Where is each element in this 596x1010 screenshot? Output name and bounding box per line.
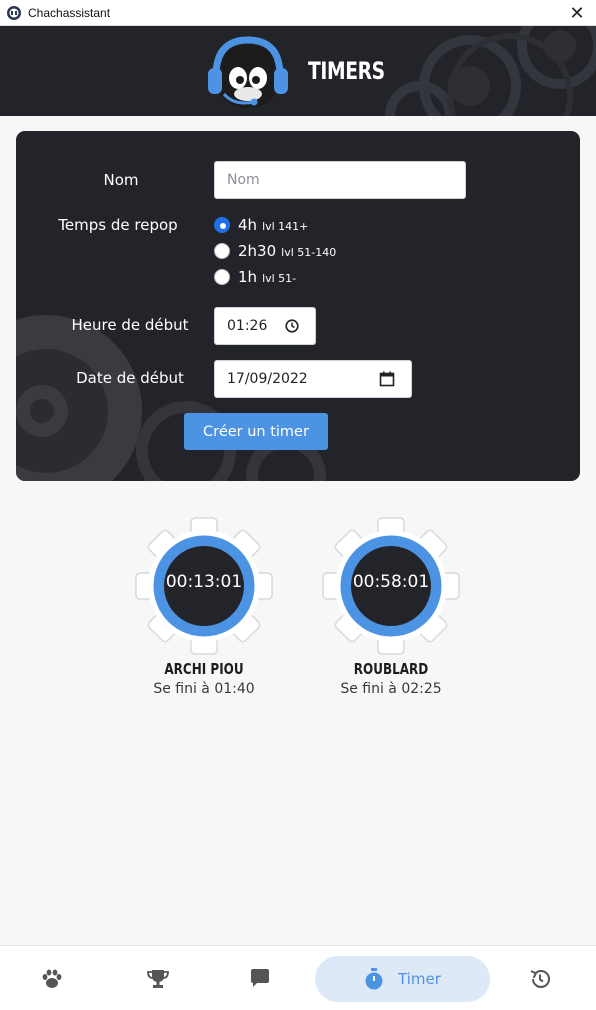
timer-name: ARCHI PIOU <box>164 660 244 678</box>
mascot-headset-logo <box>208 36 288 108</box>
repop-option-level: lvl 51- <box>262 271 297 285</box>
nav-item-timer[interactable]: Timer <box>315 956 490 1002</box>
start-date-value: 17/09/2022 <box>227 371 308 387</box>
chat-icon <box>251 969 269 987</box>
radio-unchecked[interactable] <box>214 243 230 259</box>
calendar-icon[interactable] <box>379 371 395 387</box>
create-timer-button[interactable]: Créer un timer <box>184 413 328 450</box>
name-label: Nom <box>103 171 139 189</box>
nav-item-paw[interactable] <box>30 956 74 1002</box>
start-time-label: Heure de début <box>71 316 189 334</box>
history-icon <box>530 970 550 988</box>
timer-remaining: 00:13:01 <box>165 572 243 592</box>
timer-end: Se fini à 01:40 <box>153 681 255 697</box>
window-titlebar: Chachassistant ✕ <box>0 0 596 26</box>
timer-card: 00:13:01 ARCHI PIOU Se fini à 01:40 <box>134 516 274 701</box>
nav-label-timer: Timer <box>398 970 441 988</box>
bottom-nav: Timer <box>0 945 596 1010</box>
repop-option-1h[interactable]: 1h lvl 51- <box>214 268 296 286</box>
repop-option-label: 4h <box>238 216 258 234</box>
repop-option-level: lvl 51-140 <box>281 245 337 259</box>
window-title: Chachassistant <box>28 5 111 20</box>
create-timer-form: Nom Nom Temps de repop 4h lvl 141+ 2h30 … <box>16 131 580 481</box>
start-time-value: 01:26 <box>227 318 268 334</box>
app-icon <box>7 5 21 20</box>
repop-option-level: lvl 141+ <box>262 219 309 233</box>
clock-icon[interactable] <box>285 319 299 333</box>
start-date-label: Date de début <box>76 369 184 387</box>
paw-icon <box>42 969 62 988</box>
radio-unchecked[interactable] <box>214 269 230 285</box>
nav-item-trophy[interactable] <box>136 956 180 1002</box>
name-placeholder: Nom <box>227 172 260 188</box>
nav-item-chat[interactable] <box>238 956 282 1002</box>
nav-item-history[interactable] <box>518 956 562 1002</box>
name-field[interactable]: Nom <box>214 161 466 199</box>
radio-checked[interactable] <box>214 217 230 233</box>
stopwatch-icon <box>365 968 383 990</box>
timer-remaining: 00:58:01 <box>352 572 430 592</box>
close-icon[interactable]: ✕ <box>564 2 590 24</box>
repop-option-label: 1h <box>238 268 258 286</box>
header-banner: TIMERS <box>0 26 596 116</box>
start-date-field[interactable]: 17/09/2022 <box>214 360 412 398</box>
timer-end: Se fini à 02:25 <box>340 681 442 697</box>
timer-name: ROUBLARD <box>353 660 429 678</box>
repop-option-label: 2h30 <box>238 242 277 260</box>
repop-label: Temps de repop <box>58 216 178 234</box>
repop-option-4h[interactable]: 4h lvl 141+ <box>214 216 308 234</box>
trophy-icon <box>147 970 169 988</box>
start-time-field[interactable]: 01:26 <box>214 307 316 345</box>
page-title: TIMERS <box>308 57 385 85</box>
gears-decoration <box>385 26 596 116</box>
repop-option-2h30[interactable]: 2h30 lvl 51-140 <box>214 242 336 260</box>
timer-card: 00:58:01 ROUBLARD Se fini à 02:25 <box>321 516 461 701</box>
